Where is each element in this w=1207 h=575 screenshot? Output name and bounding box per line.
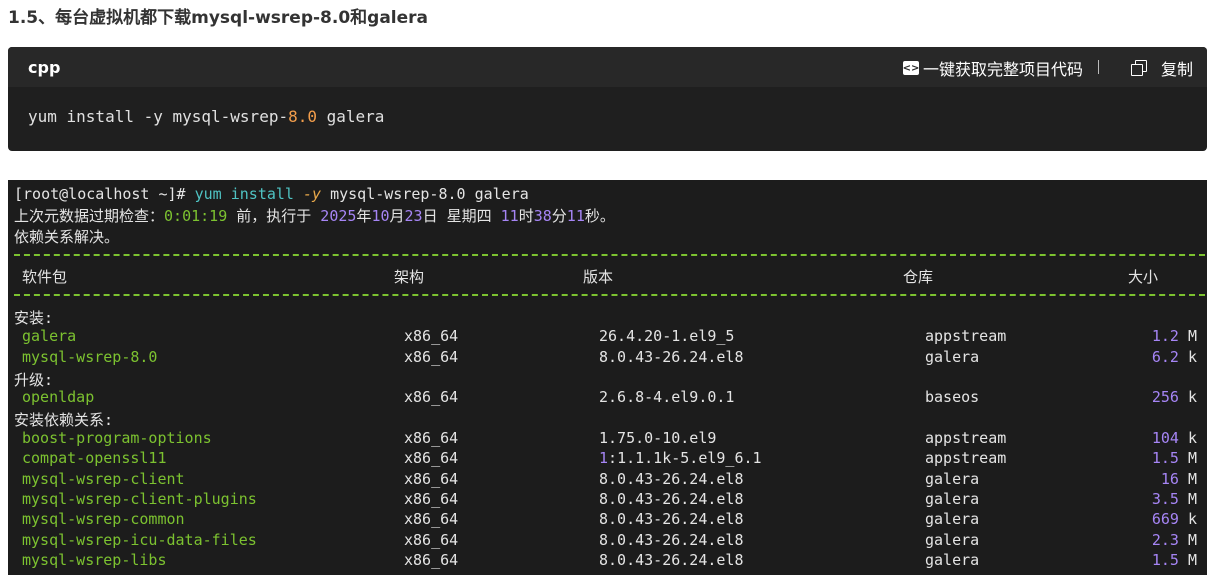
package-name: galera — [22, 327, 77, 345]
get-full-code-button[interactable]: <> 一键获取完整项目代码 — [903, 56, 1083, 80]
deps-resolved-line: 依赖关系解决。 — [14, 228, 120, 246]
code-language-label: cpp — [28, 58, 61, 77]
package-name: mysql-wsrep-common — [22, 510, 185, 528]
copy-label: 复制 — [1160, 60, 1193, 79]
separator-top — [14, 254, 1205, 258]
package-arch: x86_64 — [404, 348, 459, 366]
package-size: 256 k — [1151, 388, 1197, 406]
code-block: cpp <> 一键获取完整项目代码 复制 yum install -y mysq… — [8, 47, 1207, 151]
package-arch: x86_64 — [404, 531, 459, 549]
package-version: 8.0.43-26.24.el8 — [599, 490, 744, 508]
package-version: 8.0.43-26.24.el8 — [599, 510, 744, 528]
package-size: 1.5 M — [1151, 449, 1197, 467]
package-repo: appstream — [925, 449, 1007, 467]
package-size: 2.3 M — [1151, 531, 1197, 549]
metadata-check-line: 上次元数据过期检查：0:01:19 前，执行于 2025年10月23日 星期四 … — [14, 207, 615, 225]
package-repo: galera — [925, 551, 980, 569]
header-repo: 仓库 — [903, 268, 934, 286]
section-install: 安装: — [14, 309, 54, 327]
package-version: 8.0.43-26.24.el8 — [599, 531, 744, 549]
section-deps: 安装依赖关系: — [14, 411, 114, 429]
code-text-suffix: galera — [317, 107, 385, 126]
header-arch: 架构 — [394, 268, 425, 286]
package-repo: galera — [925, 470, 980, 488]
package-repo: galera — [925, 490, 980, 508]
package-repo: appstream — [925, 327, 1007, 345]
code-line: yum install -y mysql-wsrep-8.0 galera — [28, 107, 384, 126]
package-arch: x86_64 — [404, 429, 459, 447]
section-upgrade: 升级: — [14, 371, 54, 389]
package-size: 6.2 k — [1151, 348, 1197, 366]
code-icon: <> — [902, 61, 920, 75]
shell-prompt: [root@localhost ~]# — [14, 185, 186, 203]
terminal-screenshot: [root@localhost ~]# yum install -y mysql… — [8, 180, 1207, 575]
package-size: 104 k — [1151, 429, 1197, 447]
package-arch: x86_64 — [404, 510, 459, 528]
package-name: compat-openssl11 — [22, 449, 167, 467]
package-size: 669 k — [1151, 510, 1197, 528]
package-arch: x86_64 — [404, 470, 459, 488]
terminal-command-line: [root@localhost ~]# yum install -y mysql… — [14, 185, 529, 203]
package-version: 8.0.43-26.24.el8 — [599, 551, 744, 569]
header-divider — [1098, 60, 1099, 74]
package-size: 16 M — [1160, 470, 1197, 488]
package-name: boost-program-options — [22, 429, 212, 447]
package-name: mysql-wsrep-icu-data-files — [22, 531, 257, 549]
package-name: mysql-wsrep-client-plugins — [22, 490, 257, 508]
package-name: openldap — [22, 388, 95, 406]
command-flag: -y — [303, 185, 322, 203]
package-repo: galera — [925, 510, 980, 528]
package-arch: x86_64 — [404, 490, 459, 508]
package-size: 1.5 M — [1151, 551, 1197, 569]
header-version: 版本 — [583, 268, 614, 286]
package-repo: galera — [925, 348, 980, 366]
package-size: 3.5 M — [1151, 490, 1197, 508]
package-repo: galera — [925, 531, 980, 549]
code-text: yum install -y mysql-wsrep- — [28, 107, 289, 126]
package-version: 8.0.43-26.24.el8 — [599, 348, 744, 366]
copy-icon — [1130, 60, 1147, 76]
header-size: 大小 — [1128, 268, 1159, 286]
package-version: 1.75.0-10.el9 — [599, 429, 717, 447]
copy-button[interactable]: 复制 — [1130, 56, 1193, 80]
package-name: mysql-wsrep-libs — [22, 551, 167, 569]
get-full-code-label: 一键获取完整项目代码 — [922, 60, 1083, 79]
package-name: mysql-wsrep-client — [22, 470, 185, 488]
section-heading: 1.5、每台虚拟机都下载mysql-wsrep-8.0和galera — [8, 8, 429, 28]
package-repo: appstream — [925, 429, 1007, 447]
header-package: 软件包 — [22, 268, 68, 286]
package-version: 2.6.8-4.el9.0.1 — [599, 388, 735, 406]
package-repo: baseos — [925, 388, 980, 406]
package-arch: x86_64 — [404, 388, 459, 406]
command-args: mysql-wsrep-8.0 galera — [330, 185, 529, 203]
package-arch: x86_64 — [404, 551, 459, 569]
package-arch: x86_64 — [404, 449, 459, 467]
package-arch: x86_64 — [404, 327, 459, 345]
package-version: 8.0.43-26.24.el8 — [599, 470, 744, 488]
package-version: 1:1.1.1k-5.el9_6.1 — [599, 449, 762, 467]
code-number: 8.0 — [288, 107, 317, 126]
package-version: 26.4.20-1.el9_5 — [599, 327, 735, 345]
package-size: 1.2 M — [1151, 327, 1197, 345]
separator-bottom — [14, 294, 1205, 298]
command-yum: yum install — [194, 185, 294, 203]
package-name: mysql-wsrep-8.0 — [22, 348, 158, 366]
code-block-header: cpp <> 一键获取完整项目代码 复制 — [8, 47, 1207, 87]
